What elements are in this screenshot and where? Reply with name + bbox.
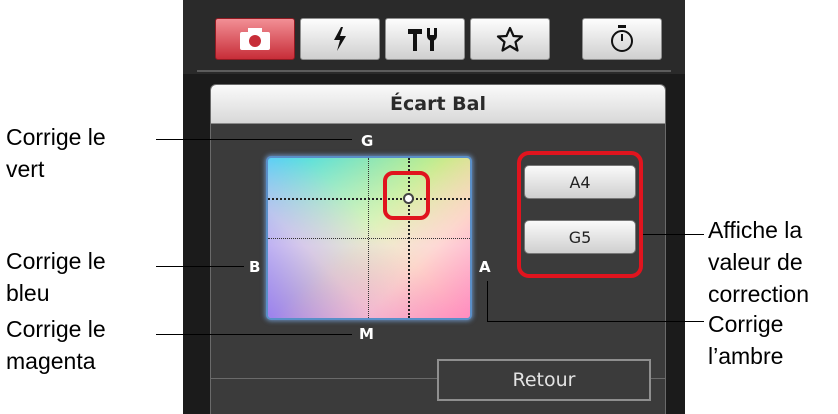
callout-correction-value: Affiche la valeur de correction [708,217,809,307]
green-shift-value[interactable]: G5 [524,220,636,254]
axis-label-green: G [361,132,374,150]
tab-bar-divider [197,70,671,72]
callout-green: Corrige le vert [6,124,106,182]
axis-label-blue: B [249,258,261,276]
camera-settings-panel: Écart Bal G B A M A4 G5 Retour [183,0,685,414]
back-button[interactable]: Retour [437,359,651,401]
leader-amber-horizontal [487,321,704,322]
tab-flash[interactable] [300,18,380,60]
timer-icon [609,25,635,53]
correction-value-group: A4 G5 [517,151,643,278]
tab-shooting[interactable] [215,18,295,60]
axis-label-magenta: M [359,325,374,343]
tab-timer[interactable] [582,18,662,60]
leader-correction-value [643,234,704,235]
axis-label-amber: A [479,258,491,276]
leader-amber-vertical [487,281,488,322]
leader-green [156,139,352,140]
grid-horizontal-axis [268,238,470,239]
tab-my-menu[interactable] [470,18,550,60]
star-icon [496,26,524,52]
flash-icon [332,27,348,51]
callout-amber: Corrige l’ambre [708,311,784,369]
leader-magenta [156,334,352,335]
camera-icon [238,27,272,51]
wb-shift-grid[interactable] [268,158,470,318]
tab-bar [183,0,685,74]
callout-magenta: Corrige le magenta [6,316,106,374]
tab-tools[interactable] [385,18,465,60]
callout-blue: Corrige le bleu [6,248,106,306]
leader-blue [156,266,244,267]
amber-shift-value[interactable]: A4 [524,165,636,199]
value-crosshair-horizontal [268,198,470,200]
marker-highlight [383,171,430,220]
tools-icon [405,26,445,52]
dialog-title: Écart Bal [211,85,665,124]
